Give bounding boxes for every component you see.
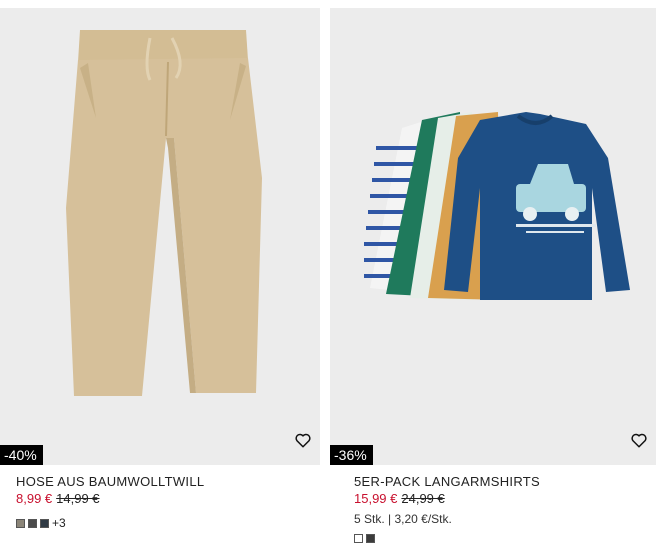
color-swatches: +3 xyxy=(16,516,66,530)
sale-price: 15,99 € xyxy=(354,491,398,506)
product-title[interactable]: HOSE AUS BAUMWOLLTWILL xyxy=(16,474,204,489)
longsleeve-shirts-image xyxy=(330,8,656,465)
discount-badge: -36% xyxy=(330,445,373,465)
heart-icon[interactable] xyxy=(630,431,648,449)
pack-details: 5 Stk. | 3,20 €/Stk. xyxy=(354,512,452,526)
sale-price: 8,99 € xyxy=(16,491,53,506)
discount-badge: -40% xyxy=(0,445,43,465)
product-image[interactable]: -40% xyxy=(0,8,320,465)
product-title[interactable]: 5ER-PACK LANGARMSHIRTS xyxy=(354,474,540,489)
color-swatch[interactable] xyxy=(40,518,49,528)
more-colors-count[interactable]: +3 xyxy=(52,516,66,530)
original-price: 14,99 € xyxy=(56,491,100,506)
product-price: 15,99 €24,99 € xyxy=(354,491,445,506)
color-swatch[interactable] xyxy=(16,518,25,528)
product-image[interactable]: -36% xyxy=(330,8,656,465)
heart-icon[interactable] xyxy=(294,431,312,449)
product-card-pants[interactable]: -40% HOSE AUS BAUMWOLLTWILL 8,99 €14,99 … xyxy=(0,0,320,530)
original-price: 24,99 € xyxy=(401,491,445,506)
product-card-shirts[interactable]: -36% 5ER-PACK LANGARMSHIRTS 15,99 €24,99… xyxy=(330,0,656,543)
product-grid: -40% HOSE AUS BAUMWOLLTWILL 8,99 €14,99 … xyxy=(0,0,656,543)
color-swatch[interactable] xyxy=(28,518,37,528)
beige-pants-image xyxy=(0,8,320,465)
product-price: 8,99 €14,99 € xyxy=(16,491,100,506)
